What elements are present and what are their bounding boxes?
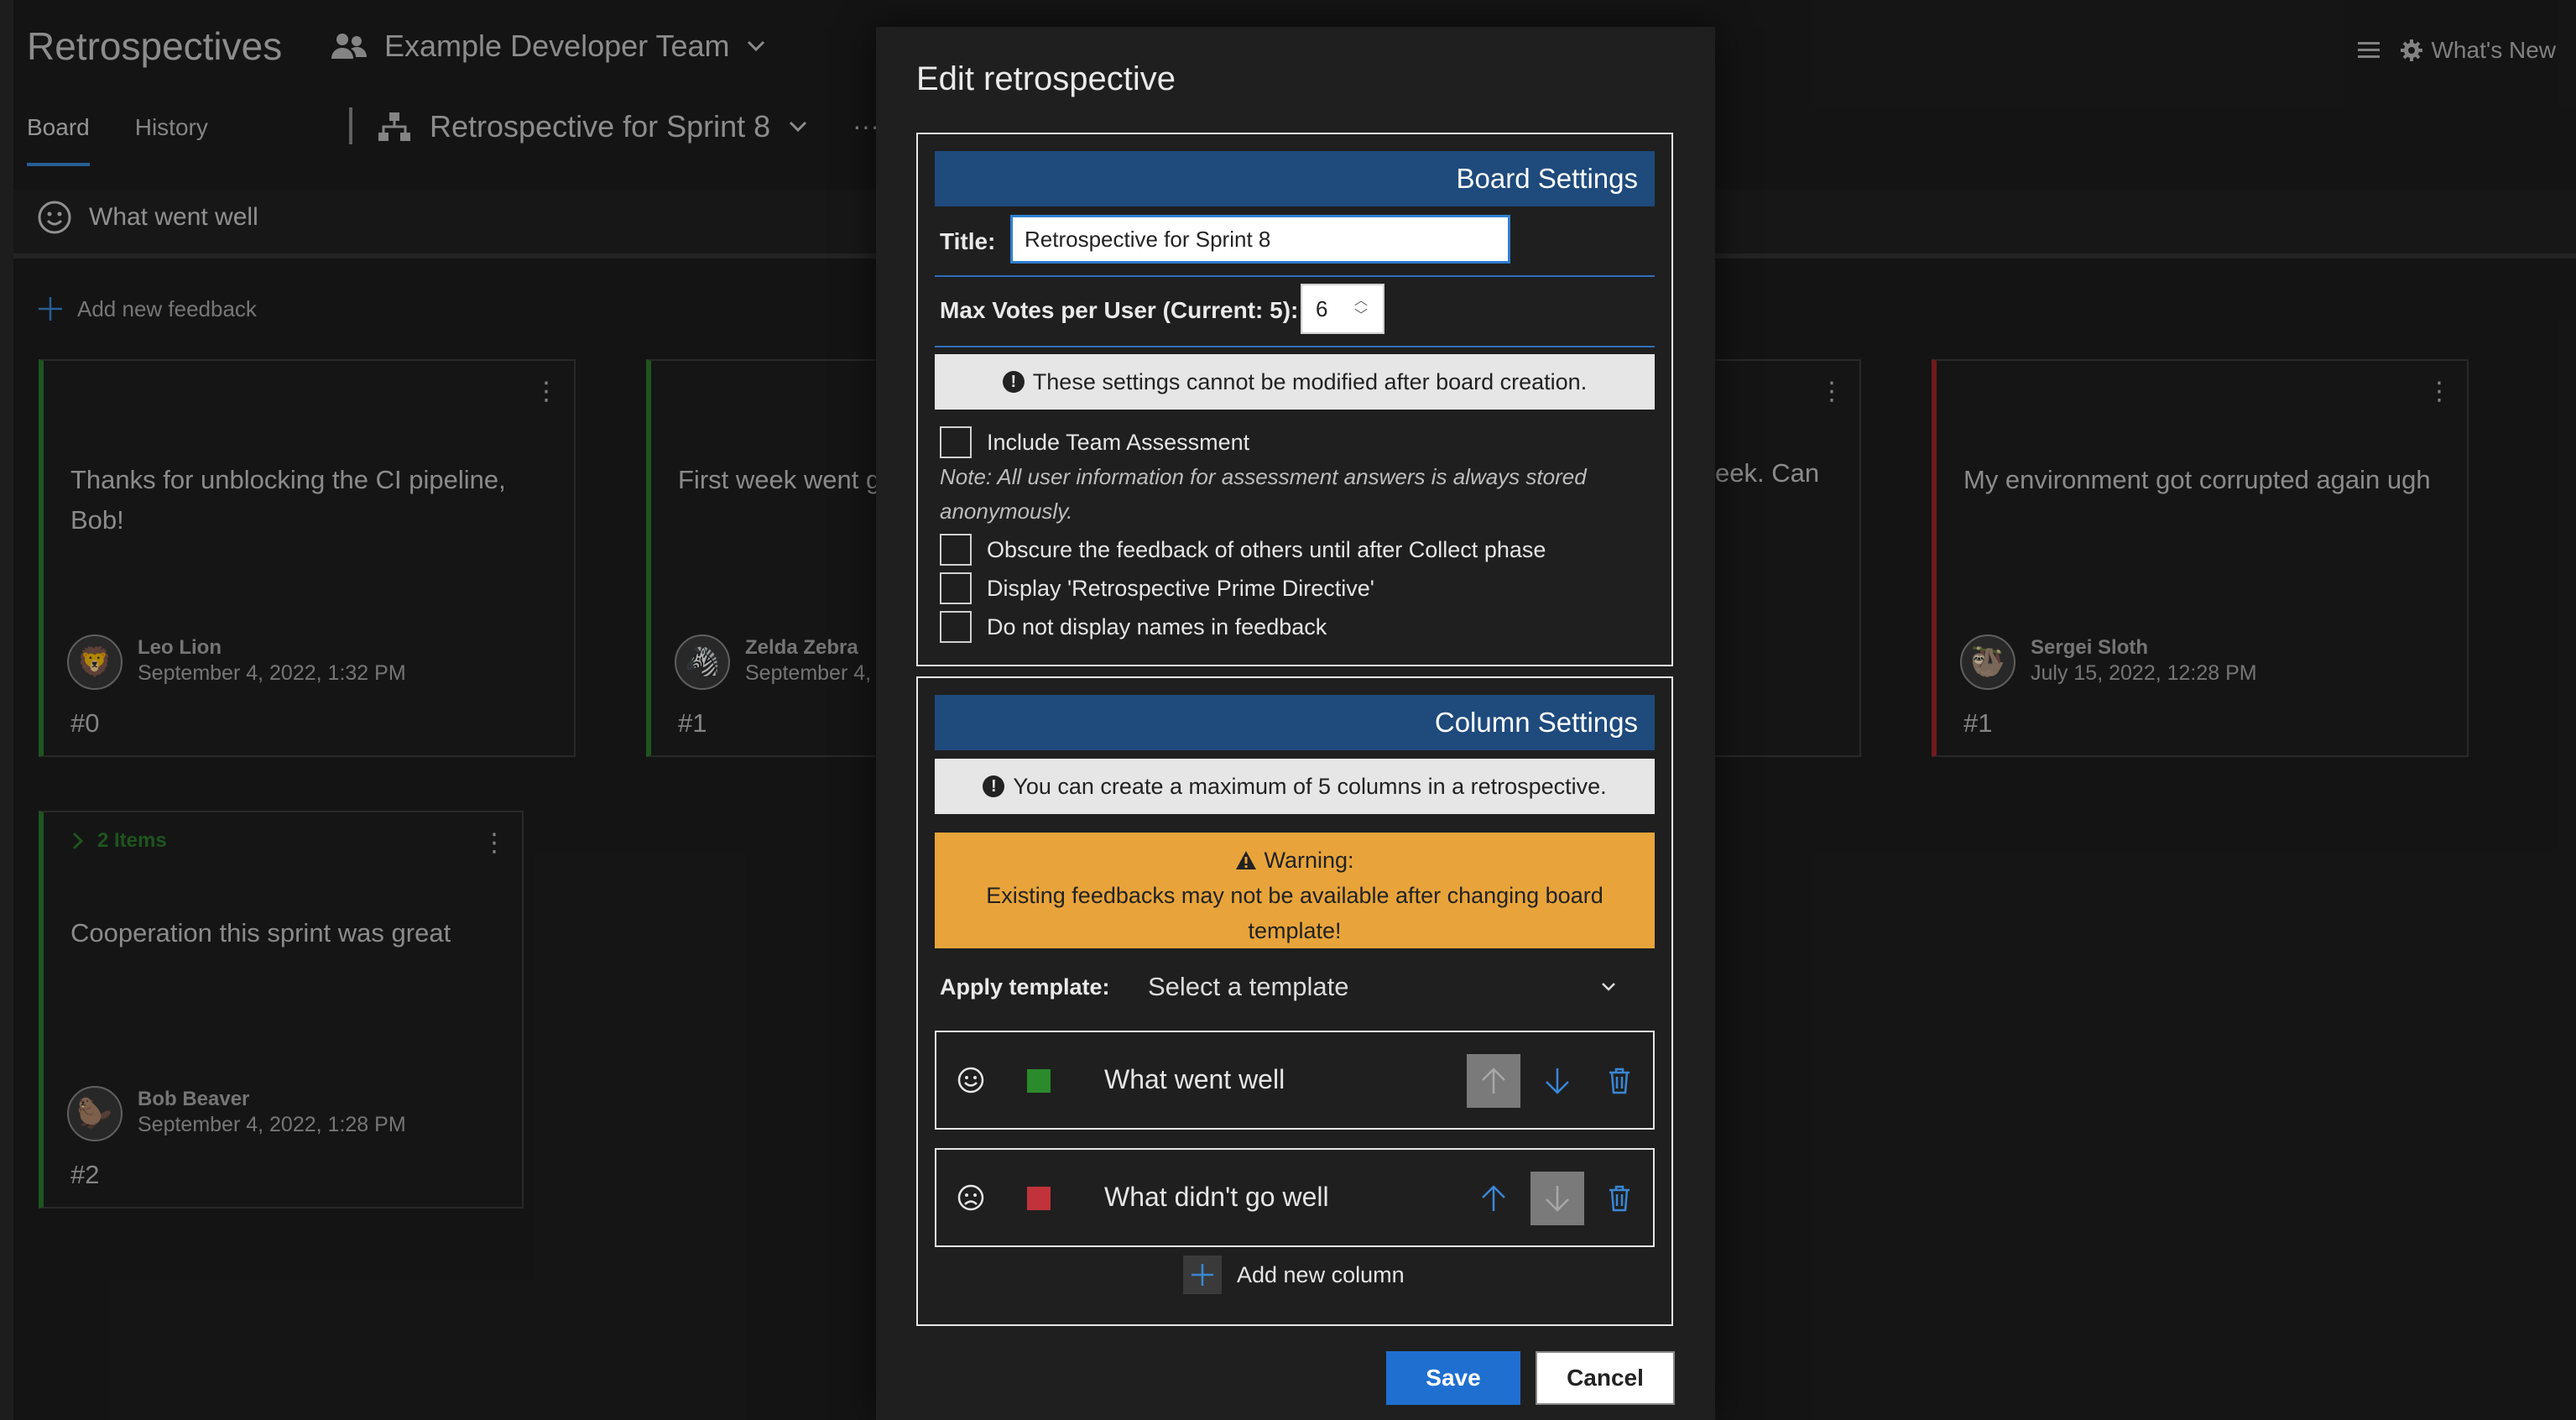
info-icon: ! (983, 775, 1005, 797)
info-bar: ! You can create a maximum of 5 columns … (935, 759, 1655, 814)
move-down-button[interactable] (1530, 1054, 1584, 1108)
arrow-down-icon (1546, 1068, 1569, 1094)
checkbox[interactable] (940, 426, 972, 458)
add-column-label: Add new column (1237, 1261, 1405, 1287)
column-name[interactable]: What didn't go well (1104, 1182, 1329, 1213)
prime-directive-option[interactable]: Display 'Retrospective Prime Directive' (940, 572, 1374, 604)
divider (935, 275, 1655, 277)
stepper-arrows-icon[interactable]: ︿ ﹀ (1354, 294, 1368, 324)
title-label: Title: (940, 228, 996, 254)
arrow-down-icon (1546, 1186, 1569, 1212)
delete-column-button[interactable] (1593, 1172, 1646, 1225)
checkbox[interactable] (940, 534, 972, 566)
checkbox[interactable] (940, 572, 972, 604)
column-row: What went well (935, 1031, 1655, 1130)
arrow-up-icon (1482, 1185, 1505, 1211)
template-placeholder: Select a template (1148, 972, 1349, 1001)
option-label: Display 'Retrospective Prime Directive' (987, 575, 1374, 601)
move-up-button[interactable] (1467, 1172, 1520, 1225)
template-warning: Warning: Existing feedbacks may not be a… (935, 833, 1655, 948)
include-team-assessment-option[interactable]: Include Team Assessment (940, 426, 1249, 458)
hide-names-option[interactable]: Do not display names in feedback (940, 611, 1327, 643)
delete-column-button[interactable] (1593, 1054, 1646, 1108)
move-down-button[interactable] (1530, 1172, 1584, 1225)
column-settings-panel: Column Settings ! You can create a maxim… (916, 676, 1673, 1326)
trash-icon (1609, 1185, 1630, 1212)
info-bar: ! These settings cannot be modified afte… (935, 354, 1655, 410)
edit-retrospective-dialog: Edit retrospective Board Settings Title:… (876, 27, 1715, 1420)
title-input[interactable]: Retrospective for Sprint 8 (1010, 215, 1510, 264)
obscure-feedback-option[interactable]: Obscure the feedback of others until aft… (940, 534, 1546, 566)
column-color-swatch[interactable] (1027, 1187, 1051, 1210)
warning-title: Warning: (935, 843, 1655, 878)
assessment-note: Note: All user information for assessmen… (940, 464, 1587, 524)
divider (935, 346, 1655, 347)
trash-icon (1609, 1068, 1630, 1094)
move-up-button[interactable] (1467, 1054, 1520, 1108)
plus-icon (1183, 1256, 1222, 1294)
warning-text: Existing feedbacks may not be available … (986, 883, 1603, 943)
column-settings-header: Column Settings (935, 695, 1655, 750)
apply-template-label: Apply template: (940, 974, 1110, 1000)
max-votes-label: Max Votes per User (Current: 5): (940, 297, 1299, 323)
board-settings-header: Board Settings (935, 151, 1655, 206)
template-dropdown[interactable]: Select a template (1148, 972, 1631, 1002)
info-text: You can create a maximum of 5 columns in… (1013, 773, 1607, 799)
column-name[interactable]: What went well (1104, 1064, 1285, 1095)
cancel-button[interactable]: Cancel (1536, 1351, 1675, 1405)
info-icon: ! (1002, 371, 1025, 393)
option-label: Include Team Assessment (987, 429, 1250, 455)
board-settings-panel: Board Settings Title: Retrospective for … (916, 133, 1673, 666)
option-label: Obscure the feedback of others until aft… (987, 536, 1546, 562)
save-button[interactable]: Save (1386, 1351, 1520, 1405)
column-color-swatch[interactable] (1027, 1069, 1051, 1093)
warning-title-text: Warning: (1264, 848, 1354, 873)
smile-icon[interactable] (957, 1066, 985, 1094)
column-row: What didn't go well (935, 1148, 1655, 1247)
max-votes-stepper[interactable]: 6 ︿ ﹀ (1301, 284, 1384, 334)
arrow-up-icon (1482, 1068, 1505, 1094)
dialog-title: Edit retrospective (916, 60, 1176, 97)
info-text: These settings cannot be modified after … (1032, 368, 1588, 394)
max-votes-value: 6 (1316, 295, 1328, 321)
warning-icon (1235, 850, 1257, 870)
frown-icon[interactable] (957, 1183, 985, 1212)
apply-template-row: Apply template: Select a template (940, 972, 1631, 1002)
checkbox[interactable] (940, 611, 972, 643)
add-column-button[interactable]: Add new column (1183, 1256, 1405, 1294)
chevron-down-icon (1601, 982, 1616, 992)
option-label: Do not display names in feedback (987, 613, 1327, 640)
